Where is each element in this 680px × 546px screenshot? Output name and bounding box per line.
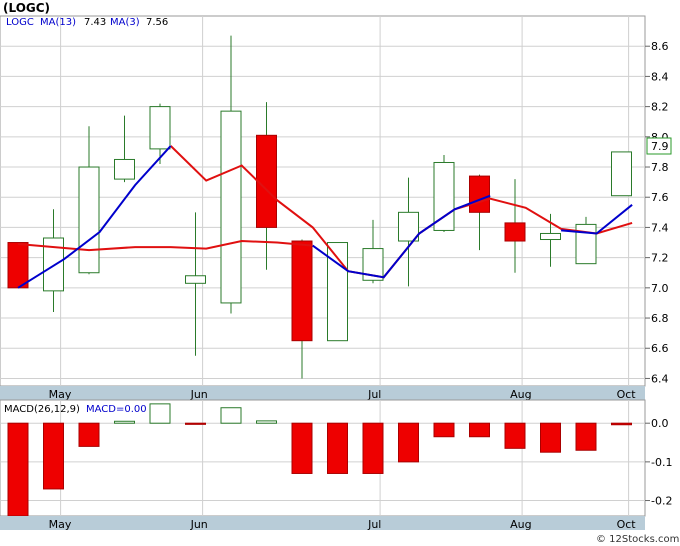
chart-title: (LOGC) [3,1,50,15]
price-tick-label: 6.4 [651,372,669,385]
candle-body [114,158,135,180]
candle-body [469,175,490,213]
price-tick-label: 7.8 [651,161,669,174]
macd-bar [540,422,561,453]
macd-tick-label: -0.1 [651,456,672,469]
month-label: Oct [617,388,637,401]
macd-bar [504,422,526,449]
month-label: May [49,388,72,401]
macd-bar [433,422,455,438]
price-tick-label: 8.2 [651,101,669,114]
price-tick-label: 8.6 [651,40,669,53]
candle [611,151,632,197]
macd-tick-label: -0.2 [651,495,672,508]
price-x-axis-band [0,386,645,400]
candle-body [149,106,171,150]
month-label: Jun [190,388,208,401]
legend-ma13-value: 7.43 [84,17,106,28]
price-tick-label: 7.6 [651,191,669,204]
price-tick-label: 7.2 [651,252,669,265]
stock-chart: (LOGC) 6.46.66.87.07.27.47.67.88.08.28.4… [0,0,680,546]
last-price-label: 7.9 [651,140,669,153]
candle-body [611,151,632,197]
macd-month-label: Aug [510,518,531,531]
macd-panel: 0.0 -0.1 -0.2 MACD(26,12,9) MACD=0.00 May J… [0,399,672,531]
macd-bar [256,420,277,424]
macd-month-label: Oct [617,518,637,531]
macd-bar [7,422,29,517]
macd-bar [78,422,100,447]
price-tick-label: 8.4 [651,70,669,83]
macd-bar [220,407,242,424]
macd-label: MACD(26,12,9) [4,404,80,415]
candle-body [7,242,29,289]
macd-sublabel: MACD=0.00 [86,404,147,415]
macd-bar [398,422,419,463]
macd-x-axis-band [0,516,645,530]
candle-body [540,232,561,241]
candle-body [78,166,100,274]
macd-bar [149,403,171,424]
price-tick-label: 6.8 [651,312,669,325]
month-label: Jul [367,388,381,401]
legend-ma3-value: 7.56 [146,17,168,28]
legend-ma3-label: MA(3) [110,17,140,28]
price-panel: 6.46.66.87.07.27.47.67.88.08.28.48.6 May… [0,15,672,401]
price-tick-label: 7.4 [651,221,669,234]
macd-bar [114,420,135,424]
macd-bar [43,422,64,490]
legend-ma13-label: MA(13) [40,17,76,28]
macd-bar [291,422,313,474]
month-label: Aug [510,388,531,401]
macd-bar [327,422,348,474]
macd-bar [611,422,632,426]
candle-body [185,275,206,284]
macd-month-label: Jul [367,518,381,531]
candle-body [256,134,277,228]
macd-month-label: May [49,518,72,531]
price-tick-label: 7.0 [651,282,669,295]
candle-body [291,240,313,342]
price-tick-label: 6.6 [651,342,669,355]
symbol-label: LOGC [6,17,34,28]
macd-plot-area [0,399,646,517]
macd-tick-label: 0.0 [651,417,669,430]
candle-body [220,110,242,304]
macd-bar [185,422,206,425]
macd-bar [362,422,384,474]
macd-bar [469,422,490,438]
macd-bar [575,422,597,451]
macd-month-label: Jun [190,518,208,531]
watermark: © 12Stocks.com [596,534,679,545]
candle [7,242,29,289]
candle-body [504,222,526,242]
